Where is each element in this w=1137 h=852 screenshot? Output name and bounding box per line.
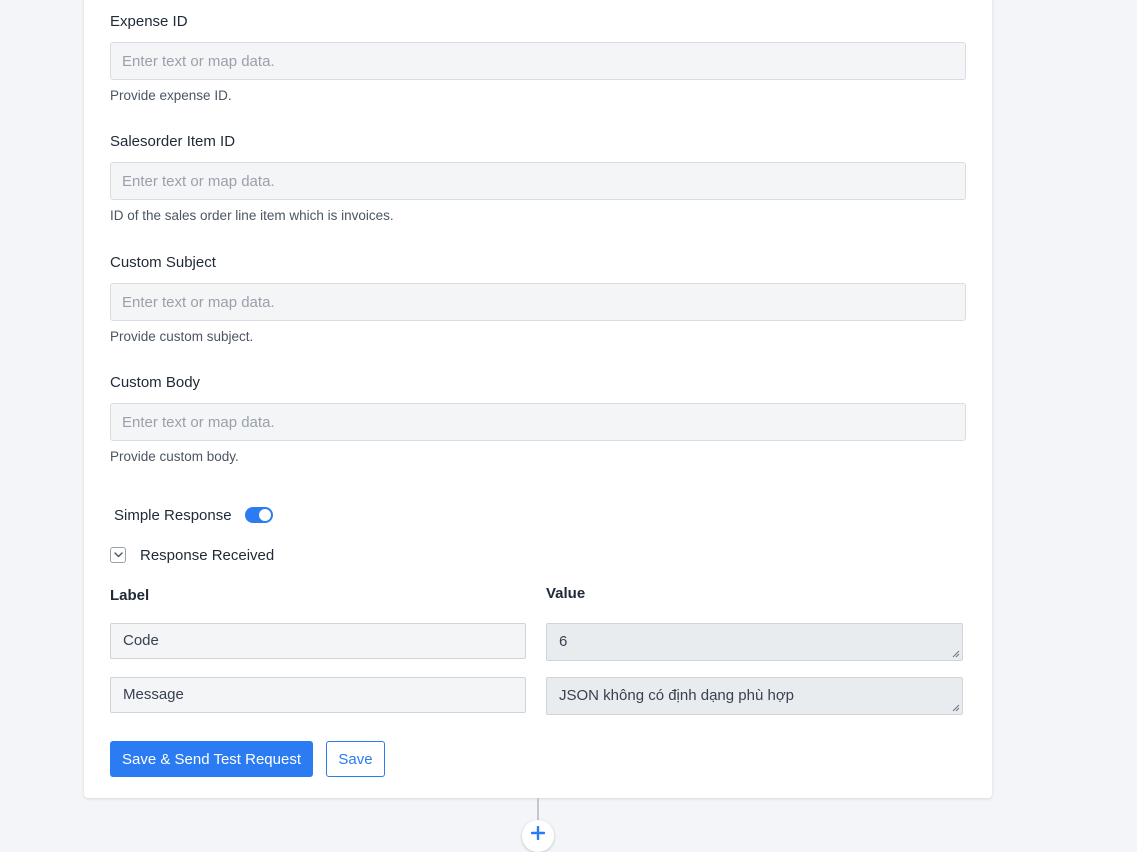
plus-icon <box>531 826 545 840</box>
toggle-knob <box>258 509 271 521</box>
add-step-button[interactable] <box>522 820 554 852</box>
resize-grip-icon[interactable] <box>952 650 960 658</box>
response-received-row[interactable]: Response Received <box>110 545 274 565</box>
chevron-down-icon[interactable] <box>110 547 126 563</box>
field-expense-id: Expense ID Provide expense ID. <box>110 12 966 104</box>
custom-subject-label: Custom Subject <box>110 254 216 271</box>
step-config-card: Expense ID Provide expense ID. Salesorde… <box>84 0 992 798</box>
response-row-value: JSON không có định dạng phù hợp <box>546 677 963 715</box>
response-value-text: 6 <box>559 633 568 650</box>
response-row-label: Code <box>110 623 526 659</box>
custom-subject-help: Provide custom subject. <box>110 329 254 344</box>
simple-response-toggle[interactable] <box>244 507 273 523</box>
salesorder-item-id-label: Salesorder Item ID <box>110 133 236 150</box>
label-column-header: Label <box>110 587 150 604</box>
save-button[interactable]: Save <box>326 741 385 777</box>
salesorder-item-id-help: ID of the sales order line item which is… <box>110 208 394 223</box>
value-column-header: Value <box>546 585 586 602</box>
simple-response-label: Simple Response <box>114 506 232 524</box>
response-value-text: JSON không có định dạng phù hợp <box>559 687 794 704</box>
resize-grip-icon[interactable] <box>952 704 960 712</box>
response-received-label: Response Received <box>140 546 275 564</box>
custom-subject-input[interactable] <box>110 283 966 321</box>
custom-body-label: Custom Body <box>110 374 201 391</box>
salesorder-item-id-input[interactable] <box>110 162 966 200</box>
field-salesorder-item-id: Salesorder Item ID ID of the sales order… <box>110 132 966 224</box>
field-custom-subject: Custom Subject Provide custom subject. <box>110 253 966 345</box>
expense-id-label: Expense ID <box>110 13 188 30</box>
expense-id-help: Provide expense ID. <box>110 88 232 103</box>
custom-body-input[interactable] <box>110 403 966 441</box>
response-row-value: 6 <box>546 623 963 661</box>
simple-response-row: Simple Response <box>114 505 273 525</box>
expense-id-input[interactable] <box>110 42 966 80</box>
custom-body-help: Provide custom body. <box>110 449 239 464</box>
response-row-label: Message <box>110 677 526 713</box>
field-custom-body: Custom Body Provide custom body. <box>110 373 966 465</box>
save-and-send-test-request-button[interactable]: Save & Send Test Request <box>110 741 313 777</box>
